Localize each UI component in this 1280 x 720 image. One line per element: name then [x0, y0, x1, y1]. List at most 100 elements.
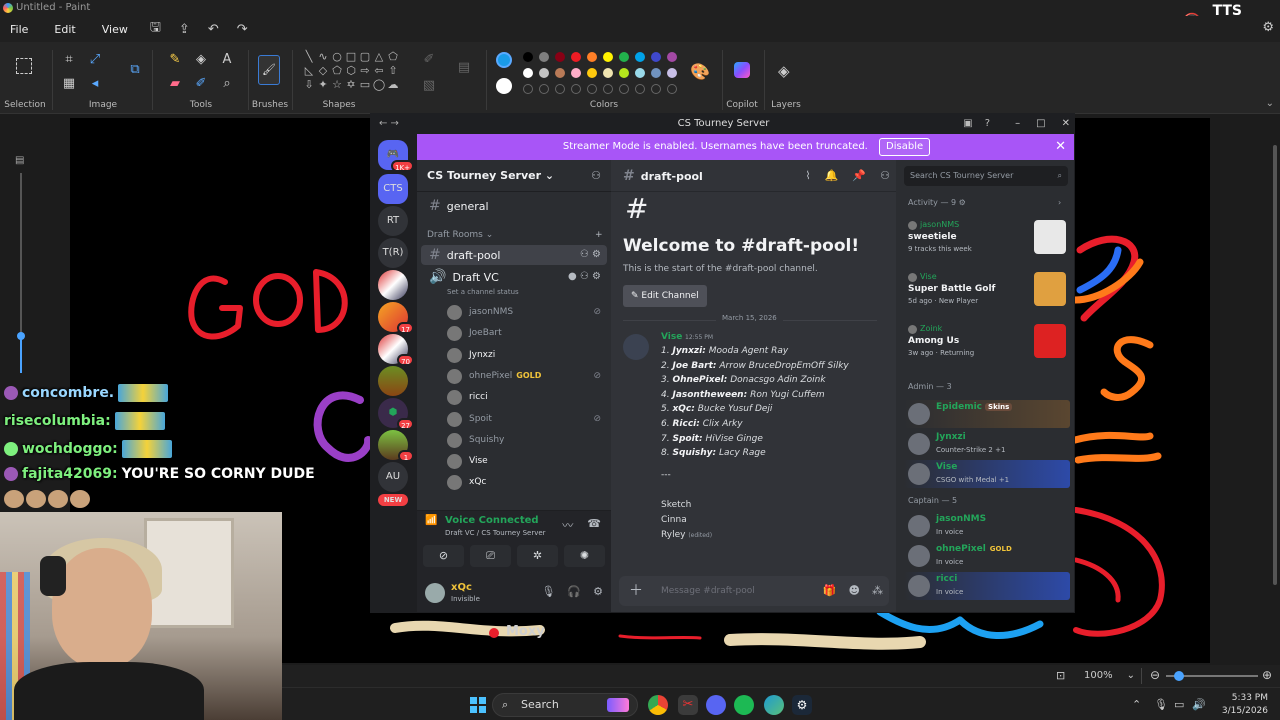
brush-icon[interactable]: 🖌	[258, 55, 280, 85]
settings-gear-icon[interactable]: ⚙	[1262, 20, 1274, 35]
member-epidemic[interactable]: Epidemic Skins	[904, 400, 1070, 428]
zoom-out-icon[interactable]: ⊖	[1150, 668, 1160, 682]
diamond-shape-icon[interactable]: ◇	[316, 64, 330, 78]
soundboard-button[interactable]: ✺	[564, 545, 605, 567]
menu-view[interactable]: View	[98, 21, 132, 38]
image-select-icon[interactable]: ⧉	[126, 62, 144, 77]
message-author[interactable]: Vise	[661, 332, 682, 342]
shape-size-icon[interactable]: ▧	[420, 78, 438, 93]
notification-bell-icon[interactable]: 🔔	[825, 160, 839, 192]
zoom-dropdown[interactable]: 100% ⌄	[1082, 668, 1142, 684]
channel-settings-icon[interactable]: ⚇ ⚙	[580, 245, 601, 265]
voice-user-ohnepixel[interactable]: ohnePixel GOLD ⊘	[447, 366, 607, 386]
server-au[interactable]: AU	[378, 462, 408, 492]
share-icon[interactable]: ⇪	[179, 22, 190, 37]
star5-shape-icon[interactable]: ☆	[330, 78, 344, 92]
chevron-down-icon[interactable]: ⌄	[1266, 98, 1274, 109]
server-cts[interactable]: CTS	[378, 174, 408, 204]
voice-connected-subtitle[interactable]: Draft VC / CS Tourney Server	[445, 529, 546, 537]
server-rt[interactable]: RT	[378, 206, 408, 236]
voice-user-ricci[interactable]: ricci	[447, 387, 607, 407]
rectangle-shape-icon[interactable]: □	[344, 50, 358, 64]
disconnect-icon[interactable]: ☎	[587, 517, 601, 533]
category-draft-rooms[interactable]: Draft Rooms ⌄ +	[427, 230, 603, 240]
zoom-in-icon[interactable]: ⊕	[1262, 668, 1272, 682]
callout-oval-shape-icon[interactable]: ◯	[372, 78, 386, 92]
windows-start-icon[interactable]	[470, 697, 486, 713]
sticker-icon[interactable]: ☻	[849, 576, 860, 606]
microphone-icon[interactable]: 🎙	[1154, 698, 1168, 711]
curve-shape-icon[interactable]: ∿	[316, 50, 330, 64]
server-search-input[interactable]: Search CS Tourney Server ⌕	[904, 166, 1068, 186]
back-arrow-icon[interactable]: ← →	[379, 114, 399, 134]
direct-messages-icon[interactable]: 🎮 1K+	[378, 140, 414, 172]
minimize-icon[interactable]: –	[1015, 114, 1020, 134]
down-arrow-shape-icon[interactable]: ⇩	[302, 78, 316, 92]
activities-button[interactable]: ✲	[517, 545, 558, 567]
discord-icon[interactable]	[706, 695, 726, 715]
activity-card[interactable]: jasonNMS sweetiele 9 tracks this week	[904, 218, 1070, 258]
member-list-icon[interactable]: ⚇	[880, 160, 890, 192]
fill-icon[interactable]: ◈	[192, 52, 210, 67]
avatar[interactable]	[623, 334, 649, 360]
rotate-icon[interactable]: ▦	[60, 76, 78, 91]
invite-people-icon[interactable]: ⚇	[591, 160, 601, 192]
color-picker-icon[interactable]: ✐	[192, 76, 210, 91]
screen-share-button[interactable]: ⎚	[470, 545, 511, 567]
user-panel[interactable]: xQc Invisible 🎙 🎧 ⚙	[425, 581, 605, 607]
server-icon[interactable]: ⬢ 27	[378, 398, 414, 430]
left-arrow-shape-icon[interactable]: ⇦	[372, 64, 386, 78]
video-off-button[interactable]: ⊘	[423, 545, 464, 567]
menu-file[interactable]: File	[6, 21, 32, 38]
steam-icon[interactable]: ⚙	[792, 695, 812, 715]
magnifier-icon[interactable]: ⌕	[218, 76, 236, 91]
line-shape-icon[interactable]: ╲	[302, 50, 316, 64]
undo-icon[interactable]: ↶	[208, 22, 219, 37]
rounded-rect-shape-icon[interactable]: ▢	[358, 50, 372, 64]
voice-channel-actions-icon[interactable]: ● ⚇ ⚙	[568, 267, 601, 287]
banner-close-icon[interactable]: ✕	[1055, 134, 1066, 160]
gift-icon[interactable]: 🎁	[823, 576, 837, 606]
cloud-shape-icon[interactable]: ☁	[386, 78, 400, 92]
hexagon-shape-icon[interactable]: ⬡	[344, 64, 358, 78]
star4-shape-icon[interactable]: ✦	[316, 78, 330, 92]
slider-thumb[interactable]	[17, 332, 25, 340]
maximize-icon[interactable]: □	[1036, 114, 1045, 134]
save-icon[interactable]: 🖫	[150, 18, 161, 40]
up-arrow-shape-icon[interactable]: ⇧	[386, 64, 400, 78]
member-jasonnms[interactable]: jasonNMS In voice	[904, 512, 1070, 540]
eraser-icon[interactable]: ▰	[166, 76, 184, 91]
member-vise[interactable]: Vise CSGO with Medal +1	[904, 460, 1070, 488]
vertical-scrollbar[interactable]	[1272, 125, 1278, 605]
server-icon[interactable]	[378, 366, 408, 396]
voice-user-jynxzi[interactable]: Jynxzi	[447, 345, 607, 365]
activity-card[interactable]: Zoink Among Us 3w ago · Returning	[904, 322, 1070, 362]
pin-icon[interactable]: 📌	[852, 160, 866, 192]
channel-draft-vc[interactable]: 🔊 Draft VC ● ⚇ ⚙	[421, 267, 607, 287]
voice-user-xqc[interactable]: xQc	[447, 472, 607, 492]
edit-channel-button[interactable]: ✎ Edit Channel	[623, 285, 707, 307]
oval-shape-icon[interactable]: ○	[330, 50, 344, 64]
chrome-icon[interactable]	[648, 695, 668, 715]
server-icon[interactable]: 70	[378, 334, 414, 366]
close-icon[interactable]: ✕	[1062, 114, 1070, 134]
brush-size-slider[interactable]: ▤	[14, 155, 28, 395]
voice-channel-status[interactable]: Set a channel status	[447, 288, 519, 296]
taskbar-search[interactable]: ⌕ Search	[492, 693, 638, 717]
user-settings-icon[interactable]: ⚙	[593, 585, 603, 598]
server-name-header[interactable]: CS Tourney Server ⌄ ⚇	[417, 160, 611, 192]
right-arrow-shape-icon[interactable]: ⇨	[358, 64, 372, 78]
pentagon-shape-icon[interactable]: ⬠	[330, 64, 344, 78]
voice-user-joebart[interactable]: JoeBart	[447, 323, 607, 343]
server-tr[interactable]: T(R)	[378, 238, 408, 268]
volume-icon[interactable]: 🔊	[1192, 698, 1206, 711]
server-icon[interactable]: 17	[378, 302, 414, 334]
apps-icon[interactable]: ⁂	[872, 576, 883, 606]
microphone-icon[interactable]: 🎙	[541, 585, 555, 598]
scrollbar-thumb[interactable]	[1273, 145, 1277, 585]
fit-to-window-icon[interactable]: ⊡	[1056, 669, 1065, 682]
voice-user-spoit[interactable]: Spoit ⊘	[447, 409, 607, 429]
server-icon[interactable]: 1	[378, 430, 414, 462]
channel-draft-pool[interactable]: # draft-pool ⚇ ⚙	[421, 245, 607, 265]
shapes-gallery[interactable]: ╲ ∿ ○ □ ▢ △ ⬠ ◺ ◇ ⬠ ⬡ ⇨ ⇦ ⇧ ⇩ ✦ ☆ ✡ ▭ ◯ …	[302, 50, 406, 94]
